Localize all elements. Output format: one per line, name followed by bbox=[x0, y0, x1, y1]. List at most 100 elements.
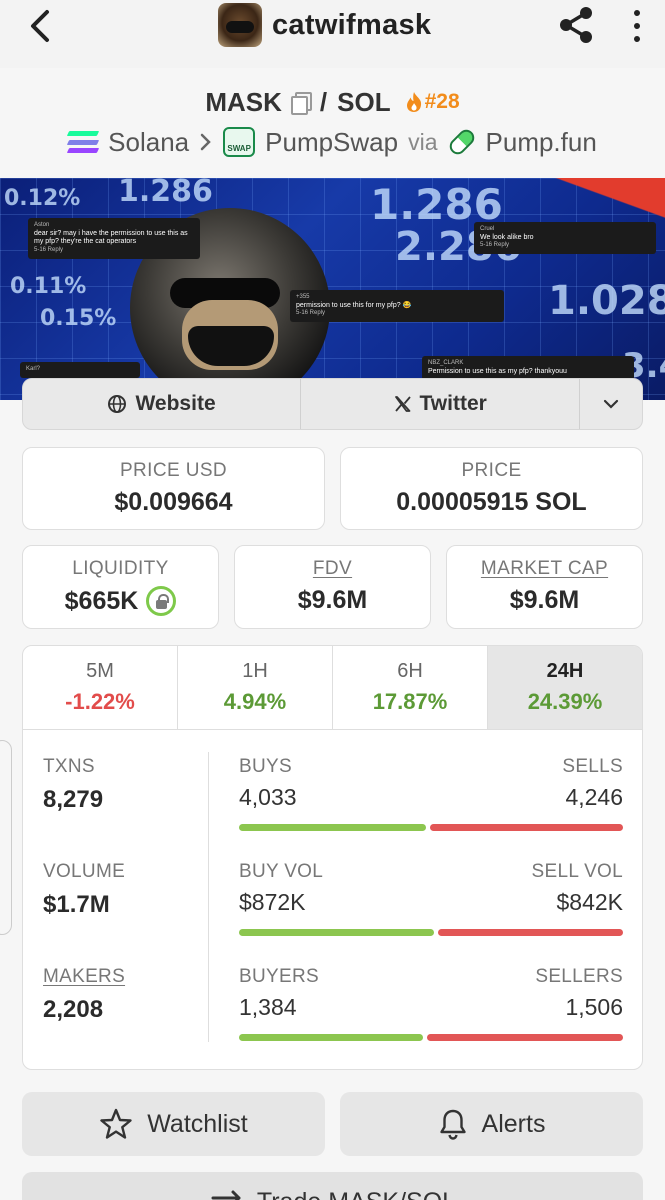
x-logo-icon bbox=[394, 396, 411, 412]
more-links-dropdown[interactable] bbox=[580, 379, 642, 429]
sells-value: 4,246 bbox=[565, 784, 623, 810]
banner-comment: Cruel We look alike bro 5-16 Reply bbox=[474, 222, 656, 254]
token-name: catwifmask bbox=[272, 8, 432, 41]
tab-5m[interactable]: 5M -1.22% bbox=[23, 646, 178, 729]
buy-vol-value: $872K bbox=[239, 889, 306, 915]
solana-icon bbox=[67, 131, 100, 153]
tab-change-value: 17.87% bbox=[372, 689, 448, 714]
txns-label: TXNS bbox=[43, 756, 95, 777]
website-button[interactable]: Website bbox=[23, 379, 302, 429]
chevron-down-icon bbox=[603, 399, 619, 409]
trending-rank-badge[interactable]: #28 bbox=[405, 90, 460, 114]
fdv-card: FDV $9.6M bbox=[234, 545, 431, 629]
price-native-card: PRICE 0.00005915 SOL bbox=[340, 447, 643, 530]
pair-row: MASK / SOL #28 bbox=[0, 84, 665, 120]
price-usd-card: PRICE USD $0.009664 bbox=[22, 447, 325, 530]
market-cap-value: $9.6M bbox=[509, 586, 580, 614]
tab-6h[interactable]: 6H 17.87% bbox=[333, 646, 488, 729]
volume-split-bar bbox=[239, 929, 623, 936]
buyers-sellers-row: BUYERS 1,384 SELLERS 1,506 bbox=[239, 966, 623, 1046]
tab-change-value: 24.39% bbox=[527, 689, 603, 714]
price-native-label: PRICE bbox=[461, 460, 522, 481]
pair-separator: / bbox=[319, 86, 328, 117]
fdv-value: $9.6M bbox=[297, 586, 368, 614]
tab-24h[interactable]: 24H 24.39% bbox=[488, 646, 642, 729]
price-native-value: 0.00005915 SOL bbox=[396, 488, 587, 516]
buys-sells-bar bbox=[239, 824, 623, 831]
liquidity-value: $665K bbox=[64, 586, 139, 615]
alerts-button[interactable]: Alerts bbox=[340, 1092, 643, 1156]
buyers-value: 1,384 bbox=[239, 994, 297, 1020]
tab-label: 5M bbox=[86, 660, 114, 682]
copy-icon[interactable] bbox=[290, 91, 312, 115]
alerts-label: Alerts bbox=[481, 1109, 546, 1138]
banner-comment: Aston dear sir? may i have the permissio… bbox=[28, 218, 200, 259]
chevron-right-icon bbox=[200, 133, 211, 151]
launchpad-name[interactable]: Pump.fun bbox=[486, 127, 597, 158]
social-links-bar: Website Twitter bbox=[22, 378, 643, 430]
tab-change-value: -1.22% bbox=[65, 689, 135, 714]
timeframe-tabs: 5M -1.22% 1H 4.94% 6H 17.87% 24H 24.39% bbox=[23, 646, 642, 730]
buyers-label: BUYERS bbox=[239, 966, 319, 987]
market-cap-card: MARKET CAP $9.6M bbox=[446, 545, 643, 629]
sell-vol-share-bar bbox=[438, 929, 623, 936]
price-usd-label: PRICE USD bbox=[119, 460, 228, 481]
top-bar: catwifmask bbox=[0, 0, 665, 68]
more-options-icon[interactable] bbox=[626, 6, 648, 46]
twitter-button[interactable]: Twitter bbox=[301, 379, 581, 429]
swap-arrows-icon bbox=[211, 1190, 241, 1200]
watchlist-button[interactable]: Watchlist bbox=[22, 1092, 325, 1156]
liquidity-label: LIQUIDITY bbox=[72, 558, 169, 579]
volume-value: $1.7M bbox=[43, 891, 110, 918]
sell-vol-value: $842K bbox=[556, 889, 623, 915]
tab-1h[interactable]: 1H 4.94% bbox=[178, 646, 333, 729]
price-usd-value: $0.009664 bbox=[114, 488, 233, 516]
fire-icon bbox=[406, 92, 421, 112]
makers-label[interactable]: MAKERS bbox=[43, 966, 125, 988]
quote-symbol: SOL bbox=[337, 86, 391, 117]
watchlist-label: Watchlist bbox=[147, 1109, 248, 1138]
banner-comment: NBZ_CLARK Permission to use this as my p… bbox=[422, 356, 634, 381]
sell-vol-label: SELL VOL bbox=[531, 861, 623, 882]
sellers-label: SELLERS bbox=[535, 966, 623, 987]
txns-value: 8,279 bbox=[43, 786, 104, 813]
back-button[interactable] bbox=[22, 8, 58, 44]
twitter-label: Twitter bbox=[419, 392, 487, 415]
buy-share-bar bbox=[239, 824, 426, 831]
base-symbol: MASK bbox=[205, 86, 282, 117]
chain-name[interactable]: Solana bbox=[108, 127, 189, 158]
makers-value: 2,208 bbox=[43, 996, 104, 1023]
sellers-share-bar bbox=[426, 1034, 623, 1041]
share-button[interactable] bbox=[556, 4, 598, 46]
trade-button[interactable]: Trade MASK/SOL bbox=[22, 1172, 643, 1200]
stats-divider bbox=[208, 752, 209, 1042]
banner-comment: +355 permission to use this for my pfp? … bbox=[290, 290, 504, 322]
pumpfun-icon bbox=[445, 126, 478, 158]
via-label: via bbox=[408, 128, 438, 155]
sells-label: SELLS bbox=[562, 756, 623, 777]
bell-icon bbox=[439, 1109, 466, 1140]
tab-change-value: 4.94% bbox=[223, 689, 287, 714]
banner-number: 0.11% bbox=[10, 274, 87, 299]
trending-rank-value: #28 bbox=[424, 90, 460, 113]
chevron-left-icon bbox=[31, 10, 49, 42]
chain-breadcrumb: Solana SWAP PumpSwap via Pump.fun bbox=[0, 122, 665, 162]
buys-sells-row: BUYS 4,033 SELLS 4,246 bbox=[239, 756, 623, 836]
buys-label: BUYS bbox=[239, 756, 292, 777]
tab-label: 24H bbox=[546, 660, 584, 682]
sell-share-bar bbox=[430, 824, 623, 831]
sellers-value: 1,506 bbox=[565, 994, 623, 1020]
stats-panel: 5M -1.22% 1H 4.94% 6H 17.87% 24H 24.39% … bbox=[22, 645, 643, 1070]
fdv-label[interactable]: FDV bbox=[235, 558, 430, 580]
share-icon bbox=[560, 7, 592, 43]
dex-name[interactable]: PumpSwap bbox=[265, 127, 398, 158]
banner-number: 1.028 bbox=[548, 278, 665, 324]
market-cap-label[interactable]: MARKET CAP bbox=[447, 558, 642, 580]
banner-number: 1.286 bbox=[118, 178, 213, 209]
buyers-share-bar bbox=[239, 1034, 423, 1041]
token-avatar bbox=[218, 3, 262, 47]
side-drawer-handle[interactable] bbox=[0, 740, 12, 935]
buy-vol-label: BUY VOL bbox=[239, 861, 324, 882]
banner-comment: Karl? bbox=[20, 362, 140, 378]
lock-icon[interactable] bbox=[146, 586, 177, 616]
